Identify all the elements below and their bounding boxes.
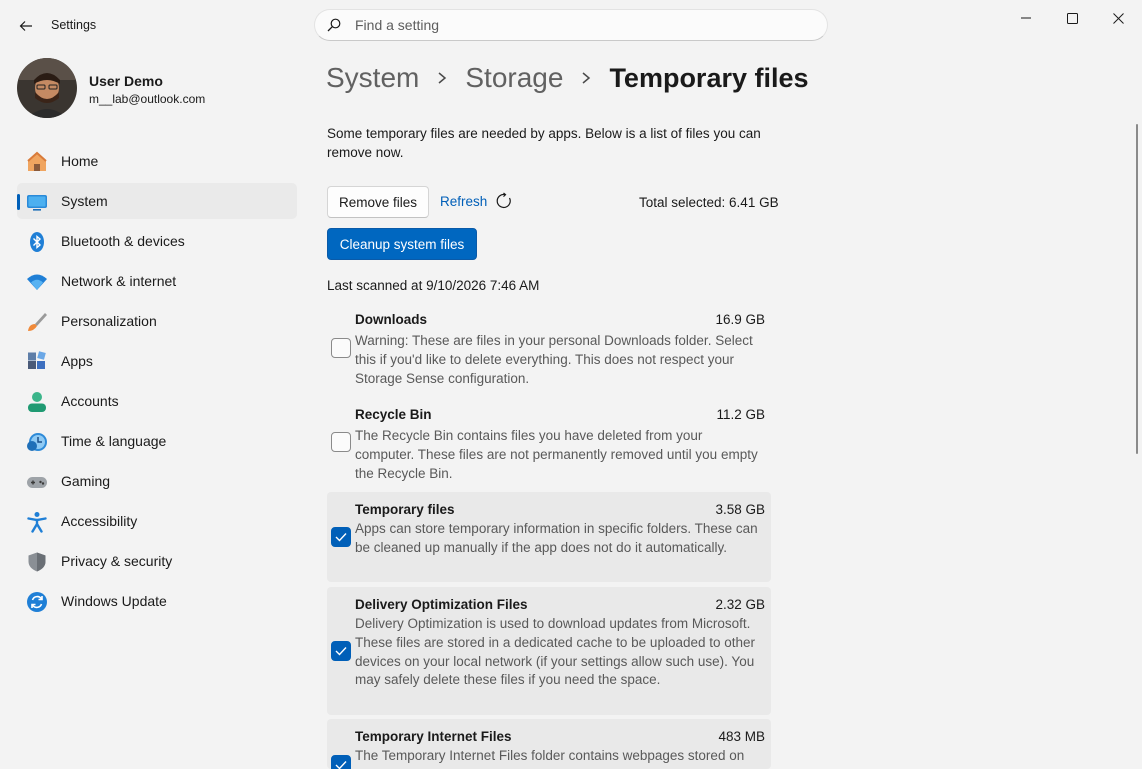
refresh-icon <box>496 192 512 209</box>
file-size: 483 MB <box>718 729 765 744</box>
accounts-icon <box>26 391 48 413</box>
gamepad-icon <box>26 471 48 493</box>
sidebar-item-network[interactable]: Network & internet <box>17 263 297 299</box>
wifi-icon <box>26 271 48 293</box>
file-name: Downloads <box>355 312 428 327</box>
file-size: 2.32 GB <box>715 597 765 612</box>
chevron-right-icon <box>581 71 591 85</box>
sidebar-nav: Home System Bluetooth & devices Network … <box>17 143 297 623</box>
file-size: 16.9 GB <box>715 312 765 327</box>
breadcrumb-storage[interactable]: Storage <box>465 62 563 94</box>
file-description: Delivery Optimization is used to downloa… <box>355 616 756 688</box>
apps-icon <box>26 351 48 373</box>
sidebar-item-personalization[interactable]: Personalization <box>17 303 297 339</box>
search-icon <box>327 18 341 32</box>
sidebar-item-gaming[interactable]: Gaming <box>17 463 297 499</box>
sidebar-item-label: Accessibility <box>61 513 138 529</box>
brush-icon <box>26 311 48 333</box>
file-description: Apps can store temporary information in … <box>355 521 758 555</box>
search-box[interactable] <box>314 9 828 41</box>
chevron-right-icon <box>437 71 447 85</box>
minimize-icon <box>1021 17 1031 19</box>
sidebar-item-label: Bluetooth & devices <box>61 233 185 249</box>
sidebar-item-label: Apps <box>61 353 93 369</box>
sidebar-item-privacy[interactable]: Privacy & security <box>17 543 297 579</box>
sidebar-item-label: Accounts <box>61 393 119 409</box>
checkmark-icon <box>335 533 347 542</box>
maximize-icon <box>1066 12 1078 24</box>
user-profile[interactable]: User Demo m__lab@outlook.com <box>17 58 297 120</box>
total-selected: Total selected: 6.41 GB <box>639 195 779 210</box>
sidebar-item-label: Gaming <box>61 473 111 489</box>
sidebar-item-accounts[interactable]: Accounts <box>17 383 297 419</box>
delivery-optimization-checkbox[interactable] <box>331 641 351 661</box>
back-arrow-icon <box>19 21 32 31</box>
sidebar-item-label: Windows Update <box>61 593 167 609</box>
sidebar-item-label: Time & language <box>61 433 167 449</box>
file-name: Temporary files <box>355 502 455 517</box>
system-icon <box>26 191 48 213</box>
update-icon <box>26 591 48 613</box>
avatar <box>17 58 77 118</box>
checkmark-icon <box>335 761 347 769</box>
minimize-button[interactable] <box>1003 4 1049 32</box>
file-item-temporary-internet-files[interactable]: Temporary Internet Files 483 MB The Temp… <box>327 719 771 769</box>
breadcrumb: System Storage Temporary files <box>326 58 809 98</box>
app-title: Settings <box>51 18 97 32</box>
file-name: Temporary Internet Files <box>355 729 512 744</box>
file-item-downloads[interactable]: Downloads 16.9 GB Warning: These are fil… <box>327 305 771 396</box>
clock-globe-icon <box>26 431 48 453</box>
remove-files-button[interactable]: Remove files <box>327 186 429 218</box>
sidebar-item-accessibility[interactable]: Accessibility <box>17 503 297 539</box>
sidebar-item-windows-update[interactable]: Windows Update <box>17 583 297 619</box>
user-email: m__lab@outlook.com <box>89 92 206 106</box>
downloads-checkbox[interactable] <box>331 338 351 358</box>
file-name: Recycle Bin <box>355 407 432 422</box>
sidebar-item-apps[interactable]: Apps <box>17 343 297 379</box>
search-input[interactable] <box>355 17 795 33</box>
page-title: Temporary files <box>609 62 809 93</box>
file-item-temporary-files[interactable]: Temporary files 3.58 GB Apps can store t… <box>327 492 771 582</box>
sidebar-item-label: Network & internet <box>61 273 177 289</box>
temporary-internet-files-checkbox[interactable] <box>331 755 351 769</box>
temporary-files-checkbox[interactable] <box>331 527 351 547</box>
scrollbar[interactable] <box>1136 124 1138 454</box>
close-icon <box>1112 12 1124 24</box>
file-description: The Temporary Internet Files folder cont… <box>355 748 745 763</box>
file-item-delivery-optimization[interactable]: Delivery Optimization Files 2.32 GB Deli… <box>327 587 771 715</box>
refresh-button[interactable]: Refresh <box>440 192 513 210</box>
title-bar: Settings <box>0 0 1142 50</box>
maximize-button[interactable] <box>1049 4 1095 32</box>
recycle-bin-checkbox[interactable] <box>331 432 351 452</box>
last-scanned-text: Last scanned at 9/10/2026 7:46 AM <box>327 278 540 293</box>
shield-icon <box>26 551 48 573</box>
sidebar-item-label: Personalization <box>61 313 157 329</box>
file-item-recycle-bin[interactable]: Recycle Bin 11.2 GB The Recycle Bin cont… <box>327 400 771 488</box>
close-button[interactable] <box>1095 4 1141 32</box>
sidebar-item-label: Home <box>61 153 99 169</box>
file-size: 3.58 GB <box>715 502 765 517</box>
refresh-label: Refresh <box>440 193 488 209</box>
sidebar-item-system[interactable]: System <box>17 183 297 219</box>
sidebar-item-bluetooth[interactable]: Bluetooth & devices <box>17 223 297 259</box>
cleanup-system-files-button[interactable]: Cleanup system files <box>327 228 477 260</box>
bluetooth-icon <box>26 231 48 253</box>
sidebar-item-time-language[interactable]: Time & language <box>17 423 297 459</box>
breadcrumb-system[interactable]: System <box>326 62 419 94</box>
file-size: 11.2 GB <box>716 407 765 422</box>
file-description: Warning: These are files in your persona… <box>355 333 753 386</box>
checkmark-icon <box>335 647 347 656</box>
back-button[interactable] <box>12 12 40 40</box>
sidebar-item-label: System <box>61 193 108 209</box>
home-icon <box>26 151 48 173</box>
file-description: The Recycle Bin contains files you have … <box>355 428 758 481</box>
accessibility-icon <box>26 511 48 533</box>
page-description: Some temporary files are needed by apps.… <box>327 126 761 160</box>
sidebar-item-home[interactable]: Home <box>17 143 297 179</box>
file-name: Delivery Optimization Files <box>355 597 528 612</box>
avatar-image-icon <box>17 58 77 118</box>
sidebar-item-label: Privacy & security <box>61 553 173 569</box>
user-name: User Demo <box>89 73 163 89</box>
